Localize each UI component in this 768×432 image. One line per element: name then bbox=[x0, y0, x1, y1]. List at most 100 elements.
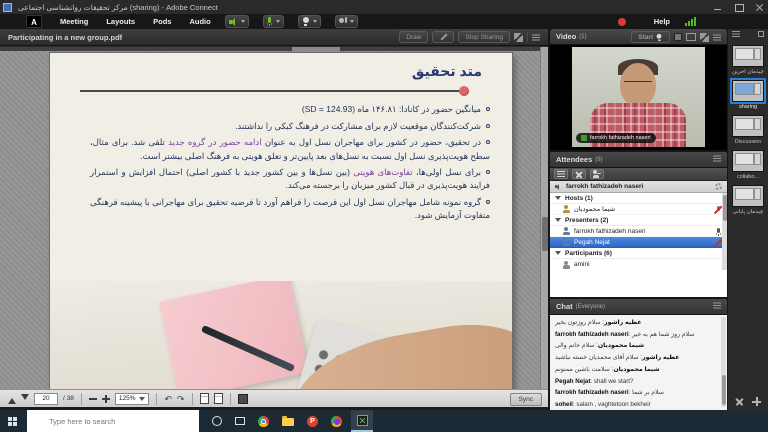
bullet-marker-icon bbox=[486, 124, 490, 128]
thumbnail-view-icon[interactable] bbox=[238, 394, 248, 404]
file-explorer-icon[interactable] bbox=[282, 418, 294, 426]
gear-icon[interactable] bbox=[715, 183, 722, 190]
pod-menu-icon[interactable] bbox=[713, 154, 723, 162]
adobe-connect-taskbar-active[interactable] bbox=[351, 410, 373, 432]
attendees-pod-header: Attendees (9) bbox=[550, 152, 727, 168]
layout-item-collaboration[interactable]: collabo... bbox=[732, 150, 764, 180]
scrollbar-thumb[interactable] bbox=[292, 47, 340, 51]
divider bbox=[156, 393, 157, 405]
chevron-down-icon[interactable] bbox=[313, 20, 317, 23]
fullscreen-icon[interactable] bbox=[700, 33, 709, 42]
adobe-connect-icon bbox=[357, 415, 368, 426]
next-page-icon[interactable] bbox=[21, 394, 29, 404]
rotate-right-icon[interactable]: ↷ bbox=[177, 394, 185, 404]
previous-page-icon[interactable] bbox=[8, 394, 16, 404]
page-total-label: / 38 bbox=[63, 395, 74, 402]
zoom-level-select[interactable]: 125% bbox=[115, 393, 150, 405]
webcam-button[interactable] bbox=[298, 15, 321, 28]
filmstrip-view-icon[interactable] bbox=[686, 33, 696, 41]
windows-start-icon[interactable] bbox=[8, 417, 17, 426]
scrollbar-thumb[interactable] bbox=[722, 375, 726, 405]
scrollbar-thumb[interactable] bbox=[723, 195, 727, 221]
start-webcam-button[interactable]: Start bbox=[631, 31, 670, 43]
person-glasses bbox=[624, 81, 652, 87]
bullet-item: گروه نمونه شامل مهاجران نسل اول این فرصت… bbox=[90, 196, 490, 222]
chevron-down-icon bbox=[555, 218, 561, 222]
speaker-button[interactable] bbox=[225, 15, 249, 28]
attendee-status-button[interactable] bbox=[590, 169, 604, 179]
layout-thumbnail-selected[interactable] bbox=[732, 80, 764, 102]
attendee-row-presenter-selected[interactable]: Pegah Nejat bbox=[550, 237, 727, 248]
psiphon-icon[interactable]: P bbox=[307, 416, 318, 427]
participants-group-header[interactable]: Participants (6) bbox=[550, 248, 727, 259]
menu-pods[interactable]: Pods bbox=[153, 17, 171, 26]
presenters-group-header[interactable]: Presenters (2) bbox=[550, 215, 727, 226]
chevron-down-icon bbox=[139, 397, 145, 401]
recording-indicator-icon bbox=[618, 18, 626, 26]
menu-audio[interactable]: Audio bbox=[189, 17, 210, 26]
breakout-button[interactable] bbox=[572, 169, 586, 179]
pointer-button[interactable] bbox=[432, 31, 454, 43]
layout-thumbnail[interactable] bbox=[732, 185, 764, 207]
microphone-button[interactable] bbox=[263, 15, 284, 28]
draw-button[interactable]: Draw bbox=[399, 31, 428, 43]
layout-thumbnail[interactable] bbox=[732, 115, 764, 137]
attendee-row-host[interactable]: شیما محمودیان bbox=[550, 204, 727, 215]
status-button[interactable] bbox=[335, 15, 358, 28]
chrome-profile-icon[interactable] bbox=[331, 416, 342, 427]
delete-layout-icon[interactable] bbox=[735, 397, 744, 406]
task-view-icon[interactable] bbox=[235, 417, 245, 425]
zoom-out-icon[interactable] bbox=[89, 398, 97, 400]
microphone-icon bbox=[267, 17, 273, 26]
horizontal-scrollbar[interactable] bbox=[0, 47, 540, 51]
sidebar-menu-icon[interactable] bbox=[732, 31, 740, 37]
add-layout-icon[interactable] bbox=[752, 397, 761, 406]
layout-thumbnail[interactable] bbox=[732, 45, 764, 67]
layout-item-sharing[interactable]: sharing bbox=[732, 80, 764, 110]
maximize-icon[interactable] bbox=[734, 3, 743, 12]
attendees-list: Hosts (1) شیما محمودیان Presenters (2) f… bbox=[550, 193, 727, 270]
pod-menu-icon[interactable] bbox=[532, 33, 542, 41]
layout-item-discussion[interactable]: Discussion bbox=[732, 115, 764, 145]
active-speaker-row[interactable]: farrokh fathizadeh naseri bbox=[550, 181, 727, 193]
stop-sharing-button[interactable]: Stop Sharing bbox=[458, 31, 510, 43]
cortana-icon[interactable] bbox=[212, 416, 222, 426]
rotate-left-icon[interactable]: ↶ bbox=[164, 394, 172, 404]
fullscreen-icon[interactable] bbox=[514, 33, 523, 42]
chevron-down-icon[interactable] bbox=[241, 20, 245, 23]
chrome-icon[interactable] bbox=[258, 416, 269, 427]
chevron-down-icon[interactable] bbox=[276, 20, 280, 23]
chat-scrollbar[interactable] bbox=[721, 317, 726, 407]
hosts-group-header[interactable]: Hosts (1) bbox=[550, 193, 727, 204]
scrollbar-thumb[interactable] bbox=[542, 217, 548, 251]
sync-button[interactable]: Sync bbox=[510, 393, 542, 406]
attendee-row-presenter[interactable]: farrokh fathizadeh naseri bbox=[550, 226, 727, 237]
layout-item-1[interactable]: چیدمان آخرین bbox=[732, 45, 764, 75]
sidebar-pin-icon[interactable] bbox=[758, 31, 764, 37]
attendees-scrollbar[interactable] bbox=[722, 193, 727, 270]
grid-view-icon[interactable] bbox=[674, 33, 682, 41]
single-page-view-icon[interactable] bbox=[200, 393, 209, 404]
connection-signal-icon[interactable] bbox=[685, 17, 696, 26]
help-menu[interactable]: Help bbox=[654, 17, 670, 26]
sticky-note-shape bbox=[159, 281, 309, 389]
menu-meeting[interactable]: Meeting bbox=[60, 17, 88, 26]
zoom-in-icon[interactable] bbox=[102, 395, 110, 403]
attendee-view-button[interactable] bbox=[554, 169, 568, 179]
chevron-down-icon[interactable] bbox=[350, 20, 354, 23]
continuous-view-icon[interactable] bbox=[214, 393, 223, 404]
attendee-row-participant[interactable]: amini bbox=[550, 259, 727, 270]
pod-menu-icon[interactable] bbox=[713, 301, 723, 309]
layout-thumbnail[interactable] bbox=[732, 150, 764, 172]
search-input[interactable] bbox=[27, 410, 199, 432]
menu-layouts[interactable]: Layouts bbox=[106, 17, 135, 26]
video-pod: Video (1) Start bbox=[550, 29, 727, 150]
minimize-icon[interactable] bbox=[713, 3, 722, 12]
page-number-input[interactable] bbox=[34, 393, 58, 405]
vertical-scrollbar[interactable] bbox=[540, 47, 548, 389]
close-icon[interactable] bbox=[755, 3, 764, 12]
adobe-logo: A bbox=[26, 15, 42, 28]
pod-menu-icon[interactable] bbox=[713, 33, 723, 41]
layout-label: Discussion bbox=[732, 139, 764, 145]
layout-item-5[interactable]: چیدمان پایانی bbox=[732, 185, 764, 215]
